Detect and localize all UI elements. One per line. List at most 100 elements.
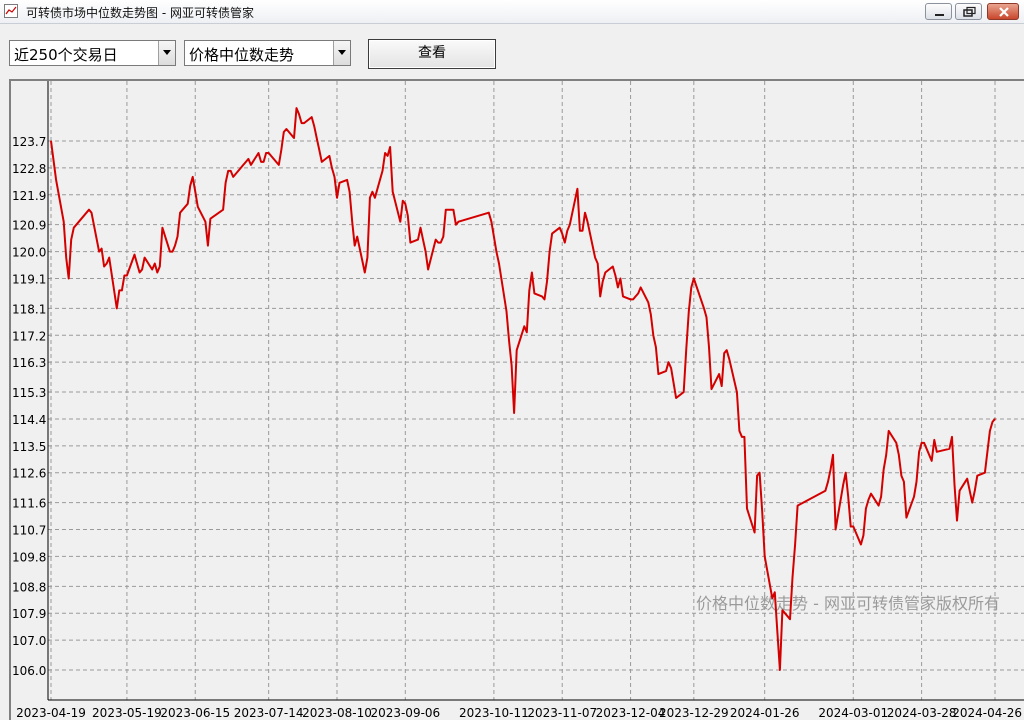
data-point	[136, 262, 138, 265]
x-tick-label: 2023-06-15	[160, 706, 230, 720]
data-point	[121, 289, 123, 291]
data-point	[63, 221, 65, 223]
y-tick-label: 108.8	[12, 580, 46, 594]
x-tick-label: 2024-03-01	[818, 706, 888, 720]
data-point	[850, 525, 852, 528]
data-point	[974, 490, 976, 492]
data-point	[445, 209, 447, 211]
data-point	[349, 191, 351, 193]
data-point	[399, 221, 401, 223]
data-point	[116, 307, 118, 309]
data-point	[632, 298, 634, 300]
data-point	[675, 397, 677, 399]
data-point	[771, 597, 773, 599]
data-point	[559, 227, 561, 229]
y-tick-label: 122.8	[12, 162, 46, 176]
data-point	[604, 271, 606, 274]
data-point	[422, 239, 424, 241]
data-point	[888, 430, 890, 432]
data-point	[257, 152, 260, 154]
period-select-value: 近250个交易日	[14, 46, 118, 64]
data-point	[736, 391, 738, 393]
data-point	[959, 490, 961, 492]
y-tick-label: 120.9	[12, 219, 46, 233]
y-tick-label: 118.1	[12, 302, 46, 316]
data-point	[594, 257, 596, 259]
data-point	[505, 310, 508, 312]
data-point	[301, 122, 303, 124]
data-point	[781, 609, 784, 611]
data-point	[118, 289, 120, 291]
data-point	[685, 349, 687, 351]
data-point	[597, 262, 599, 265]
close-icon	[999, 7, 1009, 17]
data-point	[144, 257, 146, 259]
view-button[interactable]: 查看	[368, 39, 496, 69]
data-point	[73, 227, 75, 229]
data-point	[969, 490, 971, 492]
data-point	[174, 245, 176, 247]
data-point	[187, 203, 189, 205]
data-point	[333, 176, 336, 178]
data-point	[827, 481, 829, 483]
chart-panel: 123.7 122.8 121.9 120.9 120.0 119.1 118.1 117.2…	[9, 79, 1024, 720]
data-point	[721, 385, 723, 387]
data-point	[913, 496, 915, 498]
metric-select[interactable]: 价格中位数走势	[184, 40, 351, 66]
data-point	[298, 113, 300, 115]
data-point	[280, 149, 282, 151]
data-point	[176, 236, 179, 238]
data-point	[650, 313, 652, 315]
data-point	[599, 295, 601, 297]
period-select[interactable]: 近250个交易日	[9, 40, 176, 66]
data-point	[741, 436, 743, 438]
data-point	[842, 484, 844, 486]
data-point	[738, 430, 741, 432]
period-select-dropdown[interactable]	[158, 41, 175, 65]
y-tick-label: 110.7	[12, 524, 46, 538]
data-point	[417, 239, 419, 241]
maximize-button[interactable]	[955, 3, 982, 20]
data-point	[338, 182, 341, 184]
data-point	[133, 254, 136, 256]
y-tick-label: 112.6	[12, 467, 46, 481]
y-tick-label: 116.3	[12, 356, 46, 370]
data-point	[936, 451, 938, 453]
data-point	[419, 227, 422, 229]
data-point	[670, 367, 672, 369]
data-point	[728, 358, 730, 360]
metric-select-dropdown[interactable]	[333, 41, 350, 65]
minimize-button[interactable]	[925, 3, 952, 20]
data-point	[295, 107, 298, 109]
data-point	[667, 361, 670, 363]
data-point	[232, 176, 234, 178]
y-tick-label: 111.6	[12, 497, 46, 511]
data-point	[268, 152, 270, 154]
data-point	[313, 125, 315, 127]
close-button[interactable]	[987, 3, 1019, 20]
data-point	[513, 412, 515, 414]
data-point	[139, 271, 141, 274]
data-point	[918, 451, 920, 453]
x-tick-label: 2023-10-11	[459, 706, 529, 720]
y-tick-label: 114.4	[12, 413, 46, 427]
data-point	[275, 161, 277, 163]
data-point	[374, 197, 376, 199]
axes: 123.7 122.8 121.9 120.9 120.0 119.1 118.1 117.2…	[12, 81, 1024, 720]
data-point	[898, 454, 900, 456]
y-tick-label: 107.0	[12, 634, 46, 648]
data-point	[986, 451, 989, 453]
data-point	[321, 161, 323, 163]
data-point	[490, 221, 492, 223]
data-point	[384, 152, 386, 154]
y-tick-label: 109.8	[12, 550, 46, 564]
price-median-chart: 123.7 122.8 121.9 120.9 120.0 119.1 118.1 117.2…	[12, 81, 1024, 720]
data-point	[222, 209, 224, 211]
data-point	[209, 218, 211, 220]
data-point	[690, 286, 692, 288]
x-tick-label: 2024-01-26	[730, 706, 800, 720]
data-point	[564, 242, 566, 244]
data-point	[546, 280, 548, 283]
data-point	[746, 508, 748, 510]
data-point	[774, 591, 776, 593]
